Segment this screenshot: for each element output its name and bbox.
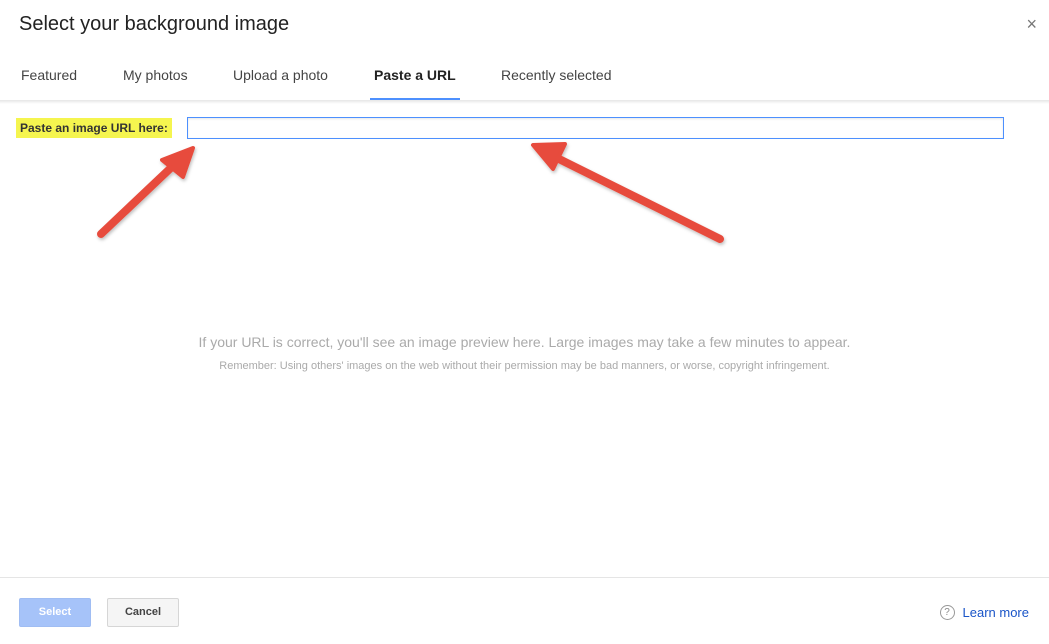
arrow-right-icon	[531, 142, 724, 243]
arrow-left-icon	[97, 146, 195, 238]
learn-more-label: Learn more	[962, 604, 1029, 620]
close-icon[interactable]: ×	[1026, 14, 1037, 34]
cancel-button[interactable]: Cancel	[107, 598, 179, 627]
preview-message: If your URL is correct, you'll see an im…	[198, 334, 851, 350]
tab-paste-a-url[interactable]: Paste a URL	[370, 55, 460, 100]
tab-bar: Featured My photos Upload a photo Paste …	[0, 55, 1049, 100]
background-image-dialog: Select your background image × Featured …	[0, 0, 1049, 644]
tab-my-photos[interactable]: My photos	[123, 55, 188, 100]
dialog-title: Select your background image	[19, 13, 290, 35]
help-circle-icon: ?	[939, 604, 955, 620]
tab-recently-selected[interactable]: Recently selected	[501, 55, 612, 100]
tab-featured[interactable]: Featured	[21, 55, 77, 100]
tab-upload-a-photo[interactable]: Upload a photo	[233, 55, 328, 100]
tab-bar-divider	[0, 100, 1049, 104]
footer-divider	[0, 577, 1049, 578]
image-url-input[interactable]	[187, 117, 1004, 139]
url-field-label: Paste an image URL here:	[16, 118, 172, 138]
select-button[interactable]: Select	[19, 598, 91, 627]
copyright-note: Remember: Using others' images on the we…	[219, 360, 830, 372]
learn-more-link[interactable]: ? Learn more	[939, 602, 1029, 622]
